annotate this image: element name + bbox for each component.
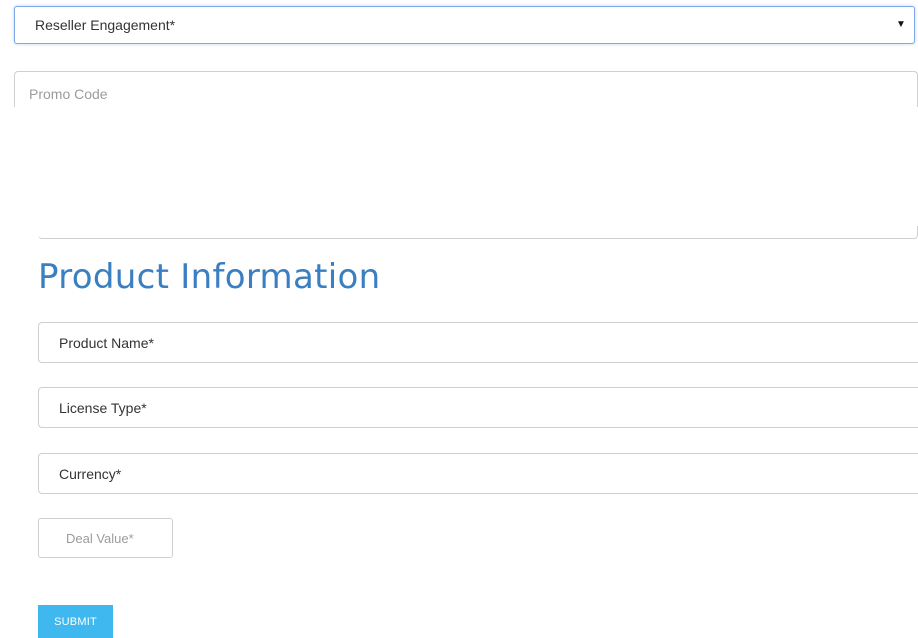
registration-form: Reseller Engagement* ▼ Promo Code Produc… bbox=[0, 0, 918, 638]
license-type-select[interactable]: License Type* bbox=[38, 387, 918, 428]
reseller-engagement-select[interactable]: Reseller Engagement* ▼ bbox=[14, 6, 915, 44]
deal-value-input[interactable]: Deal Value* bbox=[38, 518, 173, 558]
promo-code-placeholder: Promo Code bbox=[29, 86, 108, 102]
license-type-label: License Type* bbox=[59, 399, 147, 416]
product-name-label: Product Name* bbox=[59, 334, 154, 351]
product-name-select[interactable]: Product Name* bbox=[38, 322, 918, 363]
promo-code-textarea[interactable]: Promo Code bbox=[14, 71, 918, 107]
submit-button[interactable]: SUBMIT bbox=[38, 605, 113, 638]
promo-code-textarea-bottom-edge bbox=[38, 226, 918, 239]
deal-value-placeholder: Deal Value* bbox=[66, 530, 134, 546]
currency-select[interactable]: Currency* bbox=[38, 453, 918, 494]
product-information-heading: Product Information bbox=[38, 257, 381, 297]
chevron-down-icon[interactable]: ▼ bbox=[896, 17, 906, 33]
currency-label: Currency* bbox=[59, 465, 122, 482]
reseller-engagement-value: Reseller Engagement* bbox=[35, 17, 176, 33]
